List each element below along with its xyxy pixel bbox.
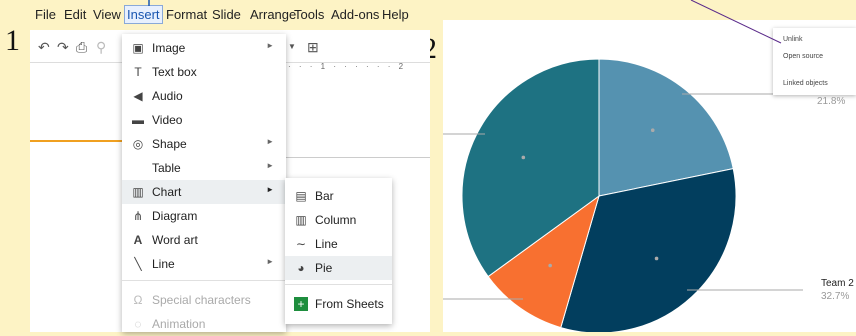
insert-special-characters-label: Special characters xyxy=(152,293,251,307)
menu-file[interactable]: File xyxy=(35,7,56,22)
audio-icon: ◀ xyxy=(133,89,143,103)
menu-addons[interactable]: Add-ons xyxy=(331,7,379,22)
chart-column[interactable]: ▥ Column xyxy=(285,208,392,232)
pie-slice-label-dot xyxy=(548,263,552,268)
context-open-source[interactable]: Open source xyxy=(783,53,823,60)
redo-icon[interactable]: ↷ xyxy=(57,39,69,56)
animation-icon: ◌ xyxy=(134,317,142,331)
insert-word-art[interactable]: A Word art xyxy=(122,228,286,252)
insert-line[interactable]: ╲ Line ► xyxy=(122,252,286,276)
pie-slice-label-dot xyxy=(654,256,659,261)
slice-percent-label: 32.7% xyxy=(821,291,850,302)
context-linked-objects[interactable]: Linked objects xyxy=(783,80,828,87)
insert-text-box[interactable]: T Text box xyxy=(122,60,286,84)
pie-slice-label-dot xyxy=(521,155,526,160)
insert-chart-label: Chart xyxy=(152,185,182,199)
slice-team-label: Team 2 xyxy=(821,278,854,289)
column-chart-icon: ▥ xyxy=(295,213,307,227)
line-chart-icon: ∼ xyxy=(295,237,307,251)
chart-submenu: ▤ Bar ▥ Column ∼ Line ◕ Pie + From Sheets xyxy=(285,178,392,324)
ruler-mark-2: 2 xyxy=(398,62,407,71)
insert-diagram-label: Diagram xyxy=(152,209,198,223)
menu-help[interactable]: Help xyxy=(382,7,409,22)
insert-image[interactable]: ▣ Image ► xyxy=(122,36,286,60)
insert-shape-label: Shape xyxy=(152,137,187,151)
pie-chart-panel: Unlink Open source Linked objects 21.8% … xyxy=(443,20,856,332)
menu-separator xyxy=(285,284,392,285)
insert-audio[interactable]: ◀ Audio xyxy=(122,84,286,108)
menu-arrange[interactable]: Arrange xyxy=(250,7,296,22)
chevron-right-icon: ► xyxy=(266,185,274,194)
slide-divider xyxy=(286,157,430,158)
video-icon: ▬ xyxy=(132,113,144,127)
sheets-icon: + xyxy=(294,297,308,311)
chart-column-label: Column xyxy=(315,213,357,227)
ruler: · · · 1 · · · · · · 2 xyxy=(288,62,407,71)
insert-audio-label: Audio xyxy=(152,89,183,103)
insert-video-label: Video xyxy=(152,113,183,127)
menu-separator xyxy=(122,280,286,281)
insert-animation-label: Animation xyxy=(152,317,206,331)
chart-from-sheets[interactable]: + From Sheets xyxy=(285,292,392,316)
insert-table-label: Table xyxy=(152,161,181,175)
insert-chart[interactable]: ▥ Chart ► xyxy=(122,180,286,204)
menu-edit[interactable]: Edit xyxy=(64,7,86,22)
chart-icon: ▥ xyxy=(132,185,144,199)
chevron-right-icon: ► xyxy=(266,137,274,146)
insert-diagram[interactable]: ⋔ Diagram xyxy=(122,204,286,228)
insert-shape[interactable]: ◎ Shape ► xyxy=(122,132,286,156)
menu-view[interactable]: View xyxy=(93,7,121,22)
panel1-number: 1 xyxy=(5,24,20,57)
pie-chart-icon: ◕ xyxy=(297,261,305,275)
insert-text-box-label: Text box xyxy=(152,65,197,79)
context-unlink[interactable]: Unlink xyxy=(783,36,802,43)
chart-bar[interactable]: ▤ Bar xyxy=(285,184,392,208)
insert-table[interactable]: Table ► xyxy=(122,156,286,180)
menu-slide[interactable]: Slide xyxy=(212,7,241,22)
print-icon[interactable]: ⎙ xyxy=(76,39,87,56)
dropdown-arrow-icon[interactable]: ▼ xyxy=(288,42,296,51)
chart-from-sheets-label: From Sheets xyxy=(315,297,384,311)
shape-icon: ◎ xyxy=(132,137,144,151)
insert-video[interactable]: ▬ Video xyxy=(122,108,286,132)
chart-pie[interactable]: ◕ Pie xyxy=(285,256,392,280)
chart-line-label: Line xyxy=(315,237,338,251)
slice-percent-label: 21.8% xyxy=(817,96,846,107)
chevron-right-icon: ► xyxy=(266,41,274,50)
insert-animation[interactable]: ◌ Animation xyxy=(122,312,286,336)
menu-tools[interactable]: Tools xyxy=(294,7,324,22)
word-art-icon: A xyxy=(133,233,143,247)
insert-word-art-label: Word art xyxy=(152,233,198,247)
menu-insert[interactable]: Insert xyxy=(124,5,163,24)
special-characters-icon: Ω xyxy=(133,293,143,307)
line-icon: ╲ xyxy=(134,257,142,271)
diagram-icon: ⋔ xyxy=(132,209,144,223)
chart-pie-label: Pie xyxy=(315,261,333,275)
slides-editor-panel: File Edit View Insert Format Slide Arran… xyxy=(30,0,430,332)
insert-image-label: Image xyxy=(152,41,186,55)
chevron-right-icon: ► xyxy=(266,161,274,170)
slide-guide-line xyxy=(30,140,122,142)
undo-icon[interactable]: ↶ xyxy=(38,39,50,56)
insert-menu: ▣ Image ► T Text box ◀ Audio ▬ Video ◎ Shape ► … xyxy=(122,34,286,332)
ruler-mark-1: 1 xyxy=(320,62,329,71)
image-icon: ▣ xyxy=(132,41,144,55)
paint-format-icon[interactable]: ⚲ xyxy=(96,39,106,56)
menu-format[interactable]: Format xyxy=(166,7,207,22)
chevron-right-icon: ► xyxy=(266,257,274,266)
insert-special-characters[interactable]: Ω Special characters xyxy=(122,288,286,312)
pie-slice-label-dot xyxy=(650,128,655,133)
bar-chart-icon: ▤ xyxy=(295,189,307,203)
menubar: File Edit View Insert Format Slide Arran… xyxy=(30,0,430,30)
text-box-icon: T xyxy=(134,65,142,79)
chart-line[interactable]: ∼ Line xyxy=(285,232,392,256)
context-menu: Unlink Open source Linked objects xyxy=(773,28,856,95)
insert-line-label: Line xyxy=(152,257,175,271)
chart-bar-label: Bar xyxy=(315,189,334,203)
comment-icon[interactable]: ⊞ xyxy=(307,39,319,56)
